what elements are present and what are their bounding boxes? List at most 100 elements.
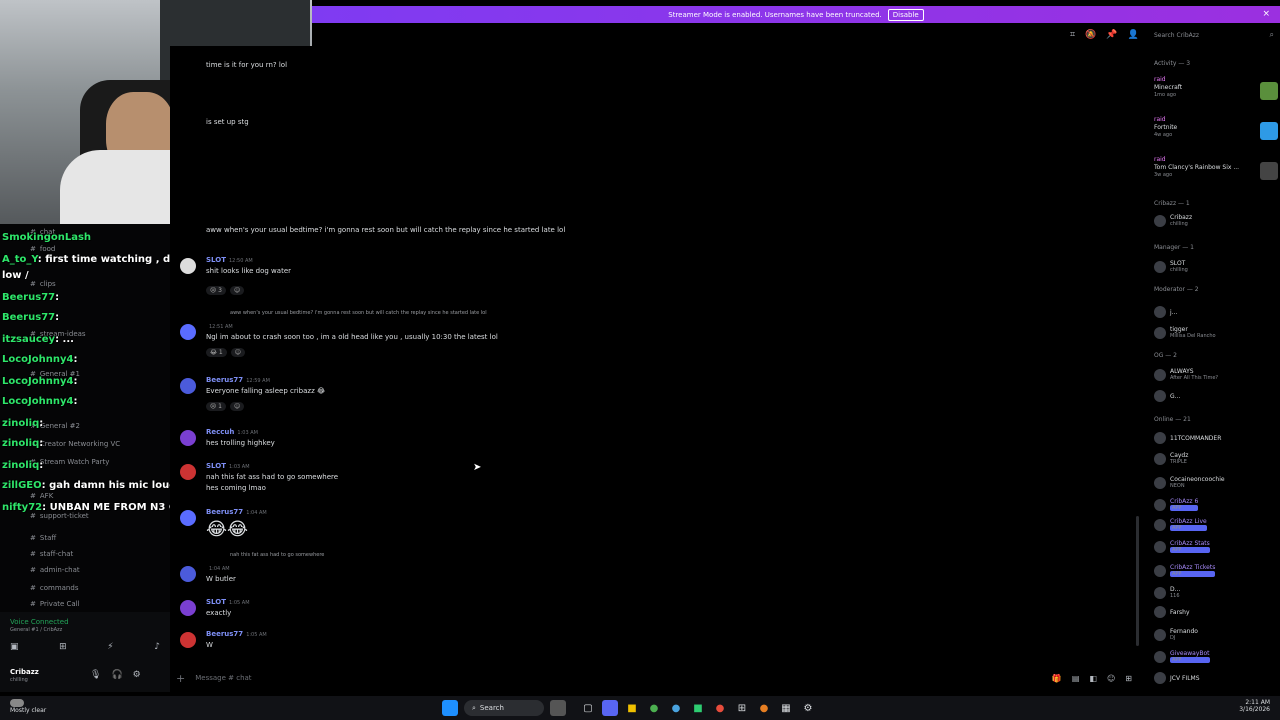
user-avatar[interactable] (180, 258, 196, 274)
chat-line: LocoJohnny4: (2, 354, 77, 365)
activity-icon[interactable]: ⚡ (107, 642, 113, 656)
raid-item[interactable]: raid Tom Clancy's Rainbow Six ... 3w ago (1154, 156, 1239, 178)
user-avatar[interactable] (180, 600, 196, 616)
member-item[interactable]: CribAzz Stats APP (1154, 540, 1210, 553)
gift-icon[interactable]: 🎁 (1052, 674, 1062, 683)
channel-item[interactable]: # admin-chat (30, 566, 80, 574)
member-name: Fernando (1170, 628, 1198, 635)
raid-item[interactable]: raid Fortnite 4w ago (1154, 116, 1177, 138)
channel-item[interactable]: # food (30, 245, 55, 253)
add-reaction-icon[interactable]: ☺ (230, 348, 246, 357)
member-item[interactable]: SLOT chilling (1154, 260, 1188, 273)
reaction-chip[interactable]: 😢 3 (206, 286, 226, 295)
channel-item[interactable]: # Creator Networking VC (30, 440, 120, 448)
mute-icon[interactable]: 🔕 (1085, 30, 1096, 40)
headset-icon[interactable]: 🎧 (111, 670, 122, 680)
message-author[interactable]: Beerus77 (206, 376, 243, 384)
member-item[interactable]: CribAzz Tickets APP (1154, 564, 1216, 577)
pin-icon[interactable]: 📌 (1106, 30, 1117, 40)
taskbar-search[interactable]: ⌕ Search (464, 700, 544, 716)
user-avatar[interactable] (180, 566, 196, 582)
raid-time: 3w ago (1154, 172, 1173, 178)
mic-icon[interactable]: 🎙 (90, 670, 101, 680)
user-avatar[interactable] (180, 430, 196, 446)
user-avatar[interactable] (180, 464, 196, 480)
member-item[interactable]: CribAzz 6 APP (1154, 498, 1199, 511)
gif-icon[interactable]: ▤ (1072, 674, 1080, 683)
channel-item[interactable]: # support-ticket (30, 512, 89, 520)
reply-preview[interactable]: nah this fat ass had to go somewhere (230, 552, 324, 558)
search-input[interactable]: Search CribAzz (1154, 32, 1199, 39)
screen-icon[interactable]: ⊞ (59, 642, 67, 656)
settings-icon[interactable]: ⚙ (800, 700, 816, 716)
thread-icon[interactable]: ⌗ (1070, 30, 1075, 40)
start-icon[interactable] (442, 700, 458, 716)
apps-icon[interactable]: ⊞ (1125, 674, 1132, 683)
chat-username: zinoliq (2, 418, 40, 429)
member-item[interactable]: Farshy (1154, 606, 1190, 618)
channel-label: Creator Networking VC (39, 440, 121, 448)
widgets-icon[interactable] (550, 700, 566, 716)
clock[interactable]: 2:11 AM 3/16/2026 (1239, 699, 1270, 713)
members-icon[interactable]: 👤 (1128, 30, 1139, 40)
soundboard-icon[interactable]: ♪ (154, 642, 160, 656)
add-icon[interactable]: + (176, 672, 185, 685)
close-icon[interactable]: × (1262, 9, 1270, 19)
emoji-icon[interactable]: ☺ (1107, 674, 1115, 683)
folder-icon[interactable]: ■ (624, 700, 640, 716)
obs-icon[interactable]: ● (712, 700, 728, 716)
add-reaction-icon[interactable]: ☺ (229, 286, 245, 295)
app-icon[interactable]: ■ (690, 700, 706, 716)
steam-icon[interactable]: ● (668, 700, 684, 716)
app2-icon[interactable]: ● (756, 700, 772, 716)
user-avatar[interactable] (180, 510, 196, 526)
grid-icon[interactable]: ⊞ (734, 700, 750, 716)
reaction-chip[interactable]: 😢 1 (206, 402, 226, 411)
sticker-icon[interactable]: ◧ (1089, 674, 1097, 683)
member-item[interactable]: Fernando DJ (1154, 628, 1198, 641)
member-item[interactable]: ALWAYS After All This Time? (1154, 368, 1218, 381)
message-composer[interactable]: + Message # chat 🎁 ▤ ◧ ☺ ⊞ (176, 668, 1138, 688)
channel-item[interactable]: # AFK (30, 492, 53, 500)
member-item[interactable]: tigger Millisa Del Rancho (1154, 326, 1216, 339)
channel-item[interactable]: # Private Call (30, 600, 80, 608)
search-icon[interactable]: ⌕ (1270, 30, 1274, 40)
user-avatar[interactable] (180, 324, 196, 340)
member-item[interactable]: Cribazz chilling (1154, 214, 1192, 227)
member-item[interactable]: CribAzz Live APP (1154, 518, 1207, 531)
member-item[interactable]: G... (1154, 390, 1180, 402)
taskview-icon[interactable]: ▢ (580, 700, 596, 716)
discord-icon[interactable] (602, 700, 618, 716)
user-avatar[interactable] (180, 378, 196, 394)
reply-preview[interactable]: aww when's your usual bedtime? i'm gonna… (230, 310, 487, 316)
reaction-chip[interactable]: 😂 1 (206, 348, 227, 357)
message-author[interactable]: SLOT (206, 462, 226, 470)
message-author[interactable]: Beerus77 (206, 630, 243, 638)
add-reaction-icon[interactable]: ☺ (229, 402, 245, 411)
member-item[interactable]: D... 116 (1154, 586, 1180, 599)
channel-item[interactable]: # commands (30, 584, 78, 592)
raid-item[interactable]: raid Minecraft 1mo ago (1154, 76, 1182, 98)
message-input[interactable]: Message # chat (195, 674, 251, 682)
weather-widget[interactable]: Mostly clear (10, 699, 46, 714)
disable-button[interactable]: Disable (887, 8, 924, 21)
member-item[interactable]: j... (1154, 306, 1177, 318)
channel-item[interactable]: # staff-chat (30, 550, 73, 558)
channel-item[interactable]: # Staff (30, 534, 56, 542)
camera-icon[interactable]: ▣ (10, 642, 19, 656)
app3-icon[interactable]: ▦ (778, 700, 794, 716)
message-author[interactable]: Beerus77 (206, 508, 243, 516)
user-avatar[interactable] (180, 632, 196, 648)
scrollbar[interactable] (1136, 516, 1139, 646)
message-author[interactable]: SLOT (206, 256, 226, 264)
member-item[interactable]: Caydz TRIPLE (1154, 452, 1188, 465)
channel-item[interactable]: # clips (30, 280, 56, 288)
message-author[interactable]: SLOT (206, 598, 226, 606)
member-item[interactable]: GiveawayBot APP (1154, 650, 1210, 663)
member-item[interactable]: JCV FILMS (1154, 672, 1200, 684)
chrome-icon[interactable]: ● (646, 700, 662, 716)
member-item[interactable]: Cocaineoncoochie NEON (1154, 476, 1225, 489)
message-author[interactable]: Reccuh (206, 428, 234, 436)
member-item[interactable]: 11TCOMMANDER (1154, 432, 1221, 444)
gear-icon[interactable]: ⚙ (133, 670, 141, 680)
